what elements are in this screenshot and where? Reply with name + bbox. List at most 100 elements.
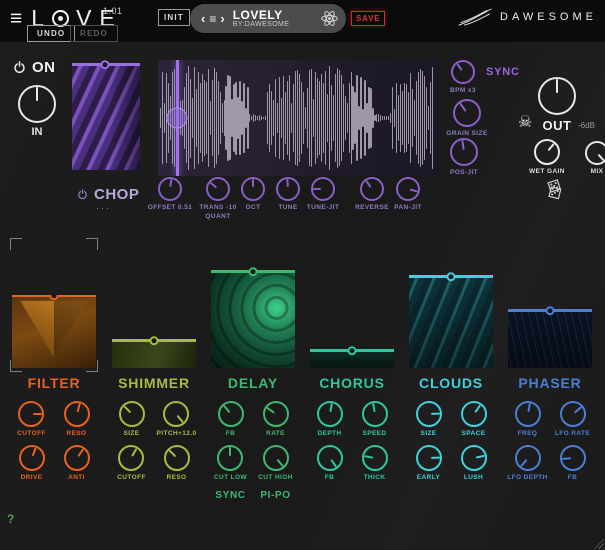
- knob[interactable]: [450, 138, 478, 166]
- power-icon[interactable]: [13, 61, 26, 74]
- chop-menu-dots[interactable]: ···: [96, 203, 111, 213]
- effect-knob: RATE: [263, 401, 289, 437]
- knob[interactable]: [158, 177, 182, 201]
- knob[interactable]: [217, 445, 243, 471]
- knob[interactable]: [119, 401, 145, 427]
- knob-label: PITCH+12.0: [157, 430, 197, 437]
- knob[interactable]: [461, 445, 487, 471]
- effect-clouds: CLOUDSSIZESPACEEARLYLUSH: [406, 236, 496, 481]
- knob[interactable]: [64, 401, 90, 427]
- knob[interactable]: [164, 445, 190, 471]
- effect-amount-area[interactable]: [505, 236, 595, 368]
- next-preset-icon[interactable]: ›: [218, 12, 226, 25]
- knob[interactable]: [317, 401, 343, 427]
- effect-amount-area[interactable]: [109, 236, 199, 368]
- effect-thumbnail[interactable]: [211, 271, 295, 368]
- knob[interactable]: [118, 445, 144, 471]
- effect-name[interactable]: CHORUS: [307, 375, 397, 391]
- knob-label: RESO: [166, 474, 186, 481]
- knob[interactable]: [218, 401, 244, 427]
- knob[interactable]: [18, 85, 56, 123]
- effect-amount-area[interactable]: [307, 236, 397, 368]
- effect-thumbnail[interactable]: [409, 276, 493, 368]
- chop-power-icon[interactable]: [77, 189, 88, 200]
- knob[interactable]: [311, 177, 335, 201]
- effect-amount-handle[interactable]: [150, 336, 159, 345]
- save-button[interactable]: SAVE: [351, 11, 385, 26]
- knob-label: SPACE: [462, 430, 486, 437]
- knob[interactable]: [317, 445, 343, 471]
- chop-slider-handle[interactable]: [100, 60, 109, 69]
- knob[interactable]: [416, 445, 442, 471]
- undo-button[interactable]: UNDO: [27, 25, 75, 42]
- knob-label: SIZE: [420, 430, 436, 437]
- knob-label: SPEED: [362, 430, 386, 437]
- effect-amount-handle[interactable]: [50, 295, 59, 300]
- knob[interactable]: [19, 445, 45, 471]
- knob[interactable]: [453, 99, 481, 127]
- waveform-display[interactable]: [158, 60, 440, 176]
- init-button[interactable]: INIT: [158, 9, 190, 26]
- knob[interactable]: [360, 177, 384, 201]
- knob[interactable]: [515, 445, 541, 471]
- knob[interactable]: [396, 177, 420, 201]
- knob[interactable]: [534, 139, 560, 165]
- knob-label: OCT: [246, 204, 261, 211]
- effect-name[interactable]: CLOUDS: [406, 375, 496, 391]
- brand-logo: DAWESOME: [457, 7, 597, 27]
- effect-knob: DEPTH: [317, 401, 343, 437]
- preset-browser[interactable]: ‹ ≡ › LOVELY BY:DAWESOME: [190, 4, 346, 33]
- knob[interactable]: [263, 401, 289, 427]
- effect-amount-handle[interactable]: [348, 346, 357, 355]
- knob[interactable]: [263, 445, 289, 471]
- knob-label: MIX: [591, 168, 604, 175]
- effect-knob: ANTI: [64, 445, 90, 481]
- preset-author: BY:DAWESOME: [233, 21, 290, 28]
- effect-amount-handle[interactable]: [546, 306, 555, 315]
- effect-extra-sync[interactable]: SYNC: [208, 490, 253, 501]
- effect-amount-handle[interactable]: [447, 272, 456, 281]
- effect-thumbnail[interactable]: [112, 340, 196, 368]
- atom-icon[interactable]: [320, 9, 339, 28]
- effect-name[interactable]: DELAY: [208, 375, 298, 391]
- knob[interactable]: [560, 445, 586, 471]
- knob[interactable]: [560, 401, 586, 427]
- knob-label: TUNE: [278, 204, 297, 211]
- effect-amount-area[interactable]: [208, 236, 298, 368]
- effect-knobs: FBRATECUT LOWCUT HIGH: [208, 401, 298, 481]
- effect-extra-pi-po[interactable]: PI-PO: [253, 490, 298, 501]
- sync-label[interactable]: SYNC: [486, 66, 520, 78]
- effect-thumbnail[interactable]: [12, 295, 96, 368]
- effect-name[interactable]: PHASER: [505, 375, 595, 391]
- knob[interactable]: [362, 445, 388, 471]
- effect-name[interactable]: FILTER: [9, 375, 99, 391]
- help-button[interactable]: ?: [7, 512, 14, 526]
- knob[interactable]: [461, 401, 487, 427]
- effect-amount-area[interactable]: [9, 236, 99, 368]
- effect-amount-handle[interactable]: [249, 267, 258, 276]
- playhead-handle[interactable]: [167, 108, 188, 129]
- knob[interactable]: [18, 401, 44, 427]
- prev-preset-icon[interactable]: ‹: [199, 12, 207, 25]
- knob[interactable]: [538, 77, 576, 115]
- knob[interactable]: [585, 141, 605, 165]
- knob[interactable]: [163, 401, 189, 427]
- preset-list-icon[interactable]: ≡: [207, 12, 218, 26]
- effect-knob: CUT HIGH: [258, 445, 293, 481]
- dice-icon[interactable]: ⚄⚂: [543, 182, 569, 200]
- knob-label: CUTOFF: [117, 474, 146, 481]
- effect-knobs: SIZEPITCH+12.0CUTOFFRESO: [109, 401, 199, 481]
- effect-name[interactable]: SHIMMER: [109, 375, 199, 391]
- knob[interactable]: [64, 445, 90, 471]
- knob[interactable]: [362, 401, 388, 427]
- effect-amount-area[interactable]: [406, 236, 496, 368]
- effect-thumbnail[interactable]: [508, 310, 592, 368]
- redo-button[interactable]: REDO: [70, 25, 118, 42]
- logo-bars-icon: ≡: [10, 7, 23, 31]
- knob[interactable]: [451, 60, 475, 84]
- effect-shimmer: SHIMMERSIZEPITCH+12.0CUTOFFRESO: [109, 236, 199, 481]
- effect-thumbnail[interactable]: [310, 350, 394, 368]
- knob[interactable]: [416, 401, 442, 427]
- chop-visual[interactable]: [72, 64, 140, 170]
- knob[interactable]: [515, 401, 541, 427]
